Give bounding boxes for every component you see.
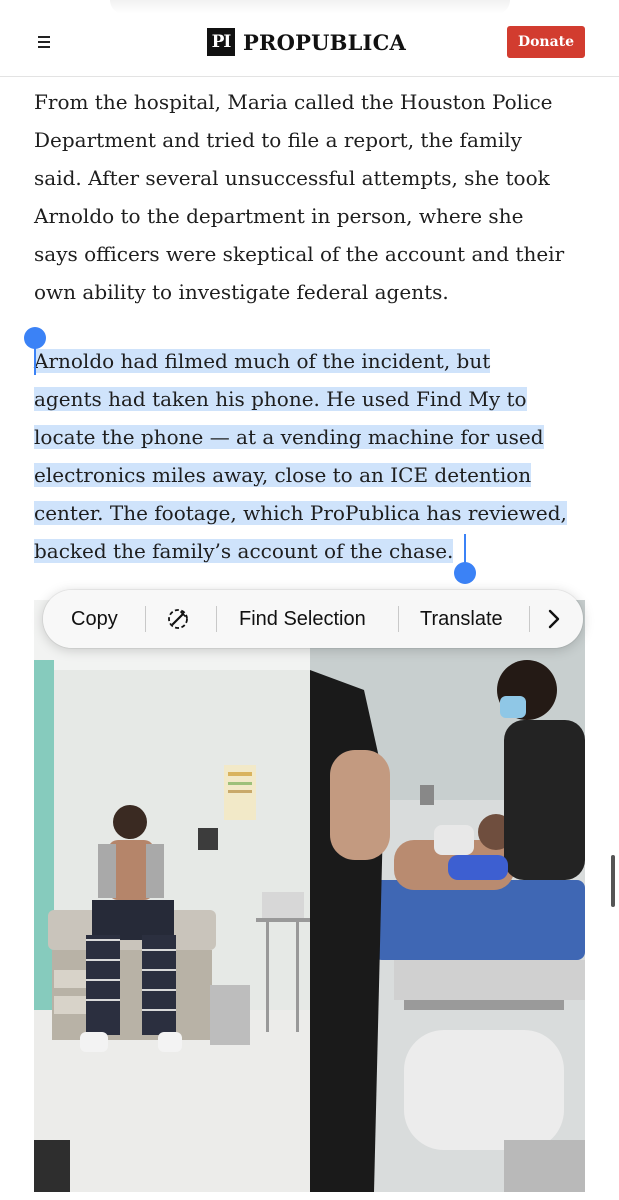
chevron-right-glyph (548, 609, 560, 629)
paragraph-line: Department and tried to file a report, t… (34, 128, 522, 152)
scroll-indicator[interactable] (611, 855, 615, 907)
menu-separator (145, 606, 146, 632)
article-photo (34, 600, 585, 1192)
translate-menu-item[interactable]: Translate (420, 590, 503, 648)
site-header: PI PROPUBLICA Donate (0, 0, 619, 77)
status-bar-blur (110, 0, 510, 14)
selected-line[interactable]: center. The footage, which ProPublica ha… (34, 501, 567, 525)
text-selection-context-menu: Copy Find Selection Translate (43, 590, 583, 648)
menu-icon[interactable] (33, 33, 55, 51)
writing-tools-icon[interactable] (165, 590, 195, 648)
photo-illustration (34, 600, 585, 1192)
copy-menu-item[interactable]: Copy (71, 590, 118, 648)
selected-line[interactable]: backed the family’s account of the chase… (34, 539, 454, 563)
selected-line[interactable]: agents had taken his phone. He used Find… (34, 387, 527, 411)
menu-separator (216, 606, 217, 632)
page: PI PROPUBLICA Donate From the hospital, … (0, 0, 619, 1200)
menu-separator (398, 606, 399, 632)
chevron-right-icon[interactable] (545, 590, 567, 648)
selection-start-handle[interactable] (24, 327, 46, 349)
selection-start-bar (34, 347, 36, 375)
selected-line[interactable]: locate the phone — at a vending machine … (34, 425, 544, 449)
menu-separator (529, 606, 530, 632)
paragraph-line: Arnoldo to the department in person, whe… (34, 204, 524, 228)
paragraph-line: From the hospital, Maria called the Hous… (34, 90, 553, 114)
selection-end-handle[interactable] (454, 562, 476, 584)
propublica-logo[interactable]: PI PROPUBLICA (207, 27, 406, 57)
selected-line[interactable]: Arnoldo had filmed much of the incident,… (34, 349, 491, 373)
paragraph-line: says officers were skeptical of the acco… (34, 242, 565, 266)
donate-button[interactable]: Donate (507, 26, 585, 58)
paragraph-line: own ability to investigate federal agent… (34, 280, 449, 304)
selected-line[interactable]: electronics miles away, close to an ICE … (34, 463, 532, 487)
find-selection-menu-item[interactable]: Find Selection (239, 590, 366, 648)
article-paragraph-2-selected[interactable]: Arnoldo had filmed much of the incident,… (34, 342, 594, 570)
logo-mark: PI (207, 28, 235, 56)
writing-tools-glyph (168, 609, 188, 629)
logo-text: PROPUBLICA (243, 29, 406, 55)
article-paragraph-1: From the hospital, Maria called the Hous… (34, 83, 594, 311)
paragraph-line: said. After several unsuccessful attempt… (34, 166, 550, 190)
